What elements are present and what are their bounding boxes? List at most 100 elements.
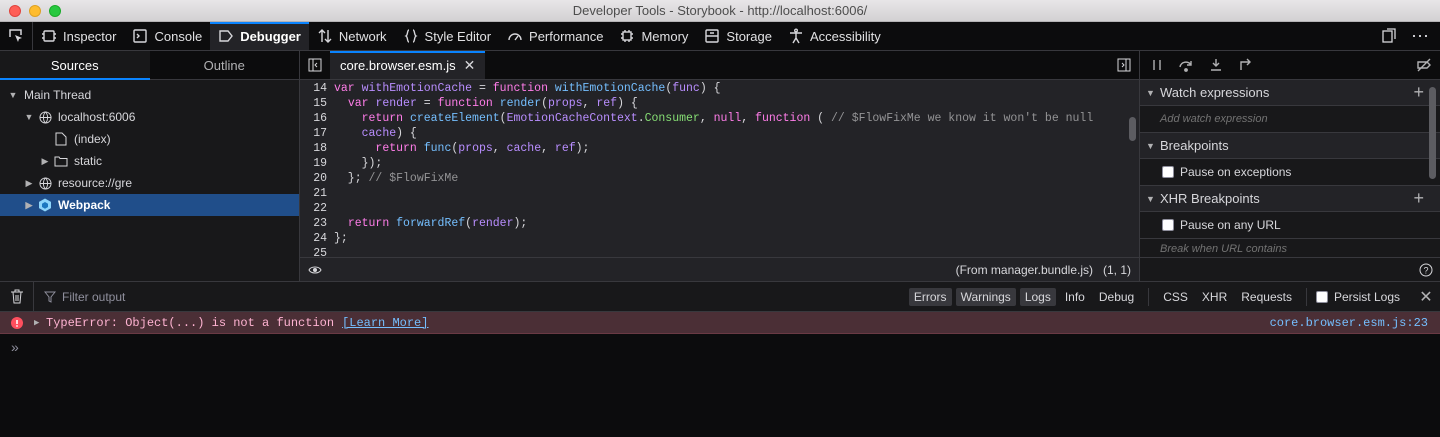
code-view[interactable]: 14 15 16 17 18 19 20 21 22 23 24 25 var withEmotion… xyxy=(300,81,1139,257)
filter-xhr[interactable]: XHR xyxy=(1197,288,1232,306)
console-input[interactable]: » xyxy=(0,334,1440,360)
line-number[interactable]: 19 xyxy=(300,156,330,171)
persist-logs-checkbox[interactable] xyxy=(1315,290,1328,303)
breakpoints-title: Breakpoints xyxy=(1160,138,1229,153)
source-origin[interactable]: (From manager.bundle.js) xyxy=(956,263,1093,277)
line-number[interactable]: 22 xyxy=(300,201,330,216)
line-number[interactable]: 17 xyxy=(300,126,330,141)
tab-memory[interactable]: Memory xyxy=(611,22,696,50)
line-number[interactable]: 23 xyxy=(300,216,330,231)
step-out-icon[interactable] xyxy=(1238,58,1254,72)
code-line[interactable] xyxy=(334,186,1125,201)
tab-accessibility[interactable]: Accessibility xyxy=(780,22,889,50)
sidebar-scrollbar[interactable] xyxy=(1429,87,1436,179)
tab-network[interactable]: Network xyxy=(309,22,395,50)
toggle-sources-button[interactable] xyxy=(300,51,330,79)
error-source-link[interactable]: core.browser.esm.js:23 xyxy=(1270,316,1440,330)
line-number[interactable]: 16 xyxy=(300,111,330,126)
tab-label: Memory xyxy=(641,28,689,44)
line-number[interactable]: 25 xyxy=(300,246,330,257)
clear-console-button[interactable] xyxy=(0,282,34,311)
tab-sources[interactable]: Sources xyxy=(0,51,150,80)
tab-outline[interactable]: Outline xyxy=(150,51,300,79)
tree-node[interactable]: ▼ localhost:6006 xyxy=(0,106,299,128)
filter-logs[interactable]: Logs xyxy=(1019,287,1056,306)
line-number[interactable]: 20 xyxy=(300,171,330,186)
code-line[interactable]: var render = function render(props, ref)… xyxy=(334,96,1125,111)
filter-info[interactable]: Info xyxy=(1060,288,1090,306)
line-number[interactable]: 15 xyxy=(300,96,330,111)
tree-node[interactable]: ▶ Webpack xyxy=(0,194,299,216)
step-over-icon[interactable] xyxy=(1178,58,1194,72)
add-xhr-breakpoint-icon[interactable]: + xyxy=(1413,188,1424,209)
code-line[interactable]: return forwardRef(render); xyxy=(334,216,1125,231)
collapsed-arrow-icon[interactable]: ▶ xyxy=(22,200,36,211)
code-line[interactable]: }; // $FlowFixMe xyxy=(334,171,1125,186)
pause-on-url-checkbox[interactable] xyxy=(1162,219,1174,231)
line-gutter[interactable]: 14 15 16 17 18 19 20 21 22 23 24 25 xyxy=(300,81,330,257)
tab-inspector[interactable]: Inspector xyxy=(33,22,124,50)
tree-node[interactable]: ▶ static xyxy=(0,150,299,172)
code-line[interactable] xyxy=(334,246,1125,257)
tab-performance[interactable]: Performance xyxy=(499,22,611,50)
filter-output-field[interactable]: Filter output xyxy=(34,290,594,304)
tree-node[interactable]: (index) xyxy=(0,128,299,150)
pause-on-exceptions-checkbox[interactable] xyxy=(1162,166,1174,178)
filter-css[interactable]: CSS xyxy=(1158,288,1193,306)
close-console-icon[interactable]: ✕ xyxy=(1412,287,1440,307)
line-number[interactable]: 21 xyxy=(300,186,330,201)
add-watch-icon[interactable]: + xyxy=(1413,82,1424,103)
code-line[interactable]: }; xyxy=(334,231,1125,246)
toggle-debug-pane-button[interactable] xyxy=(1109,51,1139,79)
pause-on-url-row[interactable]: Pause on any URL xyxy=(1140,212,1440,239)
xhr-breakpoints-header[interactable]: ▼ XHR Breakpoints + xyxy=(1140,186,1440,212)
persist-logs-toggle[interactable]: Persist Logs xyxy=(1315,290,1408,304)
deactivate-breakpoints-icon[interactable] xyxy=(1416,58,1432,72)
tree-node[interactable]: ▼ Main Thread xyxy=(0,84,299,106)
element-picker-button[interactable] xyxy=(0,22,33,50)
more-options-icon[interactable]: ⋯ xyxy=(1411,26,1430,47)
close-window-button[interactable] xyxy=(9,5,21,17)
tab-console[interactable]: Console xyxy=(124,22,210,50)
tab-style-editor[interactable]: Style Editor xyxy=(395,22,499,50)
editor-tab[interactable]: core.browser.esm.js ✕ xyxy=(330,51,486,79)
error-message[interactable]: ▶ TypeError: Object(...) is not a functi… xyxy=(0,312,1440,334)
filter-errors[interactable]: Errors xyxy=(908,287,952,306)
close-tab-icon[interactable]: ✕ xyxy=(464,57,476,74)
url-contains-input[interactable]: Break when URL contains xyxy=(1140,239,1440,255)
help-icon[interactable]: ? xyxy=(1419,263,1433,277)
expand-arrow-icon[interactable]: ▶ xyxy=(34,318,46,328)
expanded-arrow-icon[interactable]: ▼ xyxy=(6,90,20,100)
line-number[interactable]: 14 xyxy=(300,81,330,96)
collapsed-arrow-icon[interactable]: ▶ xyxy=(22,178,36,189)
filter-warnings[interactable]: Warnings xyxy=(955,287,1016,306)
tree-node[interactable]: ▶ resource://gre xyxy=(0,172,299,194)
learn-more-link[interactable]: [Learn More] xyxy=(342,316,428,330)
breakpoints-header[interactable]: ▼ Breakpoints xyxy=(1140,133,1440,159)
dock-icon[interactable] xyxy=(1381,28,1397,44)
line-number[interactable]: 24 xyxy=(300,231,330,246)
code-line[interactable]: return createElement(EmotionCacheContext… xyxy=(334,111,1125,126)
code-line[interactable]: cache) { xyxy=(334,126,1125,141)
pause-icon[interactable] xyxy=(1150,58,1164,72)
expanded-arrow-icon[interactable]: ▼ xyxy=(22,112,36,122)
vertical-scrollbar[interactable] xyxy=(1129,117,1136,141)
tab-storage[interactable]: Storage xyxy=(696,22,780,50)
filter-requests[interactable]: Requests xyxy=(1236,288,1297,306)
code-line[interactable]: return func(props, cache, ref); xyxy=(334,141,1125,156)
zoom-window-button[interactable] xyxy=(49,5,61,17)
watch-expressions-header[interactable]: ▼ Watch expressions + xyxy=(1140,80,1440,106)
pause-on-exceptions-row[interactable]: Pause on exceptions xyxy=(1140,159,1440,186)
watch-expression-input[interactable]: Add watch expression xyxy=(1140,106,1440,133)
code-line[interactable]: }); xyxy=(334,156,1125,171)
tab-debugger[interactable]: Debugger xyxy=(210,22,309,50)
step-in-icon[interactable] xyxy=(1208,58,1224,72)
eye-icon[interactable] xyxy=(308,263,322,277)
code-line[interactable]: var withEmotionCache = function withEmot… xyxy=(334,81,1125,96)
filter-debug[interactable]: Debug xyxy=(1094,288,1139,306)
code-line[interactable] xyxy=(334,201,1125,216)
collapsed-arrow-icon[interactable]: ▶ xyxy=(38,156,52,167)
code-lines[interactable]: var withEmotionCache = function withEmot… xyxy=(334,81,1125,257)
line-number[interactable]: 18 xyxy=(300,141,330,156)
minimize-window-button[interactable] xyxy=(29,5,41,17)
